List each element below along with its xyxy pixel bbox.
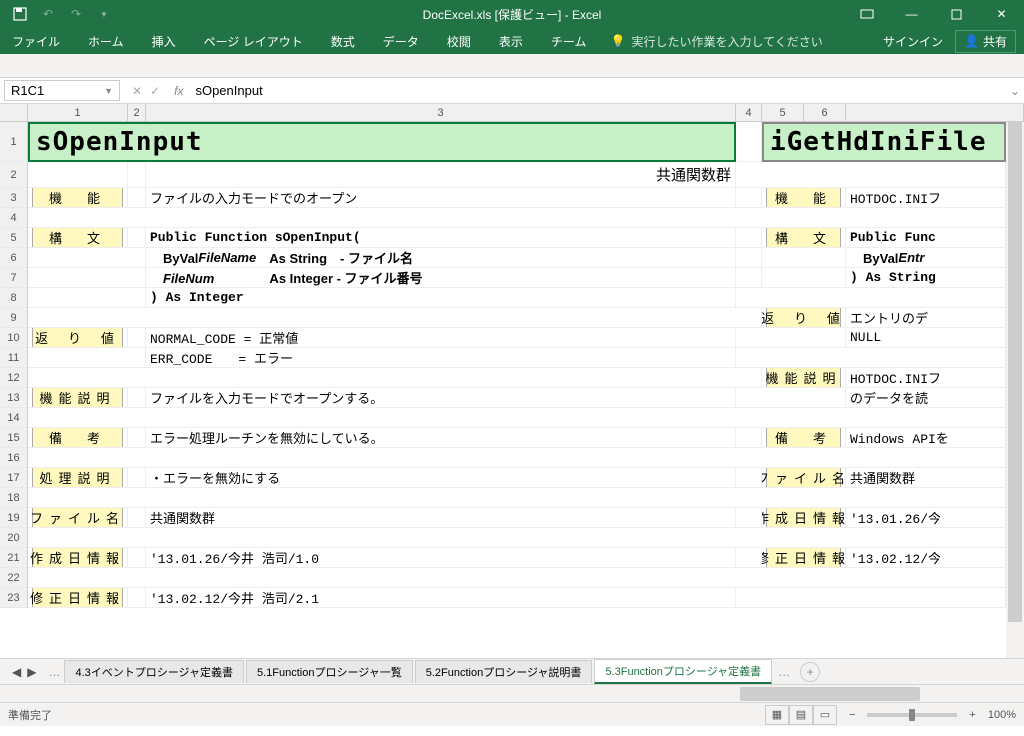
more-tabs-right-icon[interactable]: … xyxy=(774,665,794,679)
vertical-scrollbar[interactable] xyxy=(1006,122,1024,658)
label-process: 処理説明 xyxy=(32,468,123,488)
row-header[interactable]: 7 xyxy=(0,268,28,288)
row-header[interactable]: 8 xyxy=(0,288,28,308)
row-header[interactable]: 20 xyxy=(0,528,28,548)
label-return: 返 り 値 xyxy=(32,328,123,348)
row-header[interactable]: 19 xyxy=(0,508,28,528)
qat-dropdown-icon[interactable]: ▼ xyxy=(92,2,116,26)
row-header[interactable]: 14 xyxy=(0,408,28,428)
row-header[interactable]: 9 xyxy=(0,308,28,328)
row-header[interactable]: 23 xyxy=(0,588,28,608)
row-header[interactable]: 1 xyxy=(0,122,28,162)
maximize-icon[interactable] xyxy=(934,0,979,28)
select-all-corner[interactable] xyxy=(0,104,28,121)
row-header[interactable]: 6 xyxy=(0,248,28,268)
tab-nav-next-icon[interactable]: ▶ xyxy=(25,665,38,679)
minimize-icon[interactable]: — xyxy=(889,0,934,28)
row-header[interactable]: 16 xyxy=(0,448,28,468)
sheet-tab-active[interactable]: 5.3Functionプロシージャ定義書 xyxy=(594,659,772,684)
share-button[interactable]: 👤 共有 xyxy=(955,30,1016,53)
sheet-tab[interactable]: 4.3イベントプロシージャ定義書 xyxy=(64,660,244,683)
row-header[interactable]: 5 xyxy=(0,228,28,248)
ribbon-body xyxy=(0,54,1024,78)
more-tabs-left-icon[interactable]: … xyxy=(44,665,64,679)
column-header[interactable]: 1 xyxy=(28,104,128,121)
zoom-out-icon[interactable]: − xyxy=(845,709,859,721)
window-title: DocExcel.xls [保護ビュー] - Excel xyxy=(423,6,602,23)
tab-formulas[interactable]: 数式 xyxy=(327,33,359,50)
row-header[interactable]: 22 xyxy=(0,568,28,588)
tab-page-layout[interactable]: ページ レイアウト xyxy=(200,33,307,50)
column-header[interactable]: 4 xyxy=(736,104,762,121)
row-header[interactable]: 17 xyxy=(0,468,28,488)
row-header[interactable]: 3 xyxy=(0,188,28,208)
person-icon: 👤 xyxy=(964,34,979,48)
zoom-in-icon[interactable]: + xyxy=(965,709,979,721)
tab-view[interactable]: 表示 xyxy=(495,33,527,50)
view-page-break-icon[interactable]: ▭ xyxy=(813,705,837,725)
ribbon-display-icon[interactable] xyxy=(844,0,889,28)
text-function[interactable]: ファイルの入力モードでのオープン xyxy=(146,188,736,208)
close-icon[interactable]: ✕ xyxy=(979,0,1024,28)
tab-insert[interactable]: 挿入 xyxy=(148,33,180,50)
tab-data[interactable]: データ xyxy=(379,33,423,50)
status-ready: 準備完了 xyxy=(8,707,52,723)
function-title-right[interactable]: iGetHdIniFile xyxy=(762,122,1006,162)
tab-nav-prev-icon[interactable]: ◀ xyxy=(10,665,23,679)
add-sheet-icon[interactable]: + xyxy=(800,662,820,682)
formula-input[interactable] xyxy=(189,81,1006,100)
column-header[interactable]: 6 xyxy=(804,104,846,121)
cancel-formula-icon[interactable]: ✕ xyxy=(132,84,142,98)
row-header[interactable]: 13 xyxy=(0,388,28,408)
function-title-left[interactable]: sOpenInput xyxy=(28,122,736,162)
view-normal-icon[interactable]: ▦ xyxy=(765,705,789,725)
column-header[interactable]: 2 xyxy=(128,104,146,121)
tab-review[interactable]: 校閲 xyxy=(443,33,475,50)
horizontal-scrollbar[interactable] xyxy=(0,684,1024,702)
save-icon[interactable] xyxy=(8,2,32,26)
sign-in-button[interactable]: サインイン xyxy=(883,33,943,50)
view-page-layout-icon[interactable]: ▤ xyxy=(789,705,813,725)
label-modified: 修正日情報 xyxy=(32,588,123,608)
row-header[interactable]: 18 xyxy=(0,488,28,508)
sheet-tab[interactable]: 5.2Functionプロシージャ説明書 xyxy=(415,660,593,683)
row-header[interactable]: 15 xyxy=(0,428,28,448)
row-header[interactable]: 10 xyxy=(0,328,28,348)
tab-home[interactable]: ホーム xyxy=(84,33,128,50)
row-header[interactable]: 11 xyxy=(0,348,28,368)
tell-me-search[interactable]: 💡 実行したい作業を入力してください xyxy=(610,33,822,50)
tab-file[interactable]: ファイル xyxy=(8,33,64,50)
row-header[interactable]: 2 xyxy=(0,162,28,188)
label-func-desc: 機能説明 xyxy=(32,388,123,408)
column-header[interactable]: 3 xyxy=(146,104,736,121)
label-syntax: 構 文 xyxy=(32,228,123,248)
tab-team[interactable]: チーム xyxy=(547,33,591,50)
column-header[interactable]: 5 xyxy=(762,104,804,121)
undo-icon[interactable]: ↶ xyxy=(36,2,60,26)
redo-icon[interactable]: ↷ xyxy=(64,2,88,26)
expand-formula-bar-icon[interactable]: ⌄ xyxy=(1006,84,1024,98)
chevron-down-icon[interactable]: ▼ xyxy=(104,86,113,96)
zoom-handle[interactable] xyxy=(909,709,915,721)
scroll-thumb[interactable] xyxy=(1008,122,1022,622)
row-header[interactable]: 4 xyxy=(0,208,28,228)
column-header[interactable] xyxy=(846,104,1024,121)
label-remark: 備 考 xyxy=(32,428,123,448)
label-filename: ファイル名 xyxy=(32,508,123,528)
zoom-slider[interactable] xyxy=(867,713,957,717)
fx-icon[interactable]: fx xyxy=(168,84,189,98)
sheet-tab[interactable]: 5.1Functionプロシージャ一覧 xyxy=(246,660,413,683)
lightbulb-icon: 💡 xyxy=(610,34,625,48)
subtitle[interactable]: 共通関数群 xyxy=(146,162,736,188)
name-box[interactable]: R1C1 ▼ xyxy=(4,80,120,101)
accept-formula-icon[interactable]: ✓ xyxy=(150,84,160,98)
row-header[interactable]: 21 xyxy=(0,548,28,568)
scroll-thumb[interactable] xyxy=(740,687,920,701)
label-function: 機 能 xyxy=(32,188,123,208)
label-created: 作成日情報 xyxy=(32,548,123,568)
zoom-level[interactable]: 100% xyxy=(988,709,1016,721)
row-header[interactable]: 12 xyxy=(0,368,28,388)
